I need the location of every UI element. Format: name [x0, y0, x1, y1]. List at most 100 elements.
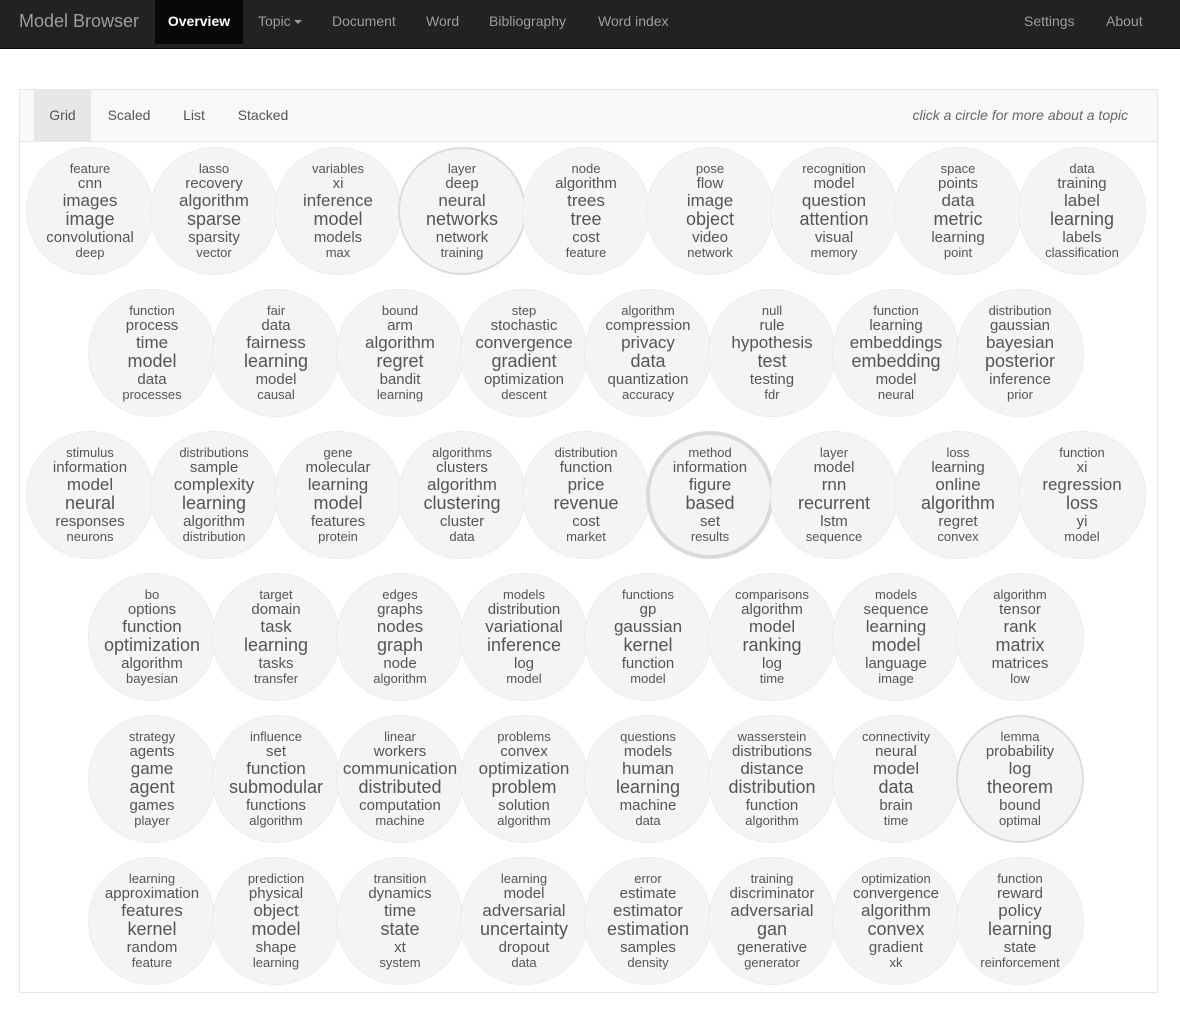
topic-circle[interactable]: function reward policy learning state reinfor…	[956, 857, 1084, 985]
topic-circle[interactable]: pose flow image object video network	[646, 147, 774, 275]
topic-word: prior	[1006, 387, 1033, 403]
topic-circle[interactable]: comparisons algorithm model ranking log time	[708, 573, 836, 701]
topic-word: ranking	[742, 635, 802, 656]
topic-circle[interactable]: learning model adversarial uncertainty dropo…	[460, 857, 588, 985]
topic-circle[interactable]: distribution function price revenue cost mark…	[522, 431, 650, 559]
topic-word: gradient	[491, 351, 557, 372]
topic-circle[interactable]: edges graphs nodes graph node algorithm	[336, 573, 464, 701]
topic-circle[interactable]: node algorithm trees tree cost feature	[522, 147, 650, 275]
topic-circle[interactable]: influence set function submodular functions a…	[212, 715, 340, 843]
topic-circle[interactable]: function learning embeddings embedding model…	[832, 289, 960, 417]
topic-word: revenue	[553, 493, 619, 514]
topic-circle[interactable]: algorithms clusters algorithm clustering clu…	[398, 431, 526, 559]
topic-circle[interactable]: questions models human learning machine data	[584, 715, 712, 843]
topic-circle[interactable]: lasso recovery algorithm sparse sparsity vect…	[150, 147, 278, 275]
nav-word-index[interactable]: Word index	[598, 0, 669, 44]
topic-circle[interactable]: null rule hypothesis test testing fdr	[708, 289, 836, 417]
topic-word: gradient	[868, 938, 924, 956]
topic-circle[interactable]: bo options function optimization algorithm ba…	[88, 573, 216, 701]
topic-word: data	[630, 351, 666, 372]
topic-circle[interactable]: transition dynamics time state xt system	[336, 857, 464, 985]
topic-circle[interactable]: functions gp gaussian kernel function model	[584, 573, 712, 701]
nav-topic-label: Topic	[258, 13, 291, 29]
topic-word: algorithm	[249, 813, 303, 829]
nav-topic-dropdown[interactable]: Topic	[258, 0, 302, 44]
topic-word: descent	[501, 387, 547, 403]
topic-word: wasserstein	[737, 728, 807, 744]
topic-word: data	[449, 529, 475, 545]
topic-word: processes	[122, 387, 182, 403]
topic-circle[interactable]: function xi regression loss yi model	[1018, 431, 1146, 559]
topic-circle[interactable]: connectivity neural model data brain time	[832, 715, 960, 843]
tab-stacked[interactable]: Stacked	[228, 90, 298, 141]
topic-circle[interactable]: data training label learning labels classific…	[1018, 147, 1146, 275]
topic-word: distributions	[731, 742, 813, 760]
topic-circle[interactable]: function process time model data processes	[88, 289, 216, 417]
topic-word: information	[672, 458, 748, 476]
tab-grid[interactable]: Grid	[34, 90, 91, 141]
topic-circle[interactable]: fair data fairness learning model causal	[212, 289, 340, 417]
brand-link[interactable]: Model Browser	[19, 0, 139, 44]
topic-word: log	[513, 654, 535, 672]
topic-word: distribution	[988, 302, 1052, 318]
topic-circle[interactable]: error estimate estimator estimation samples d…	[584, 857, 712, 985]
topic-circle[interactable]: recognition model question attention visual m…	[770, 147, 898, 275]
topic-word: loss	[946, 444, 970, 460]
caret-down-icon	[293, 20, 302, 25]
topic-word: pose	[695, 160, 725, 176]
topic-circle[interactable]: distribution gaussian bayesian posterior inf…	[956, 289, 1084, 417]
tab-list[interactable]: List	[172, 90, 216, 141]
topic-circle[interactable]: variables xi inference model models max	[274, 147, 402, 275]
topic-word: submodular	[228, 777, 324, 798]
topic-circle[interactable]: wasserstein distributions distance distribu…	[708, 715, 836, 843]
topic-word: clustering	[423, 493, 501, 514]
topic-circle[interactable]: layer deep neural networks network training	[398, 147, 526, 275]
nav-about[interactable]: About	[1106, 0, 1143, 44]
topic-word: algorithm	[121, 654, 183, 672]
topic-circle[interactable]: strategy agents game agent games player	[88, 715, 216, 843]
topic-word: node	[383, 654, 417, 672]
nav-settings[interactable]: Settings	[1024, 0, 1075, 44]
topic-word: language	[865, 654, 927, 672]
topic-word: data	[261, 316, 291, 334]
topic-circle[interactable]: linear workers communication distributed com…	[336, 715, 464, 843]
topic-circle[interactable]: models distribution variational inference lo…	[460, 573, 588, 701]
topic-circle[interactable]: optimization convergence algorithm convex gr…	[832, 857, 960, 985]
topic-circle[interactable]: stimulus information model neural responses n…	[26, 431, 154, 559]
topic-word: workers	[373, 742, 427, 760]
topic-circle[interactable]: method information figure based set results	[646, 431, 774, 559]
topic-circle[interactable]: models sequence learning model language image	[832, 573, 960, 701]
topic-circle[interactable]: learning approximation features kernel rando…	[88, 857, 216, 985]
topic-circle[interactable]: lemma probability log theorem bound optimal	[956, 715, 1084, 843]
nav-bibliography[interactable]: Bibliography	[489, 0, 566, 44]
topic-word: theorem	[986, 777, 1054, 798]
topic-circle[interactable]: target domain task learning tasks transfer	[212, 573, 340, 701]
topic-circle[interactable]: gene molecular learning model features protei…	[274, 431, 402, 559]
topic-circle[interactable]: loss learning online algorithm regret convex	[894, 431, 1022, 559]
nav-overview[interactable]: Overview	[155, 0, 243, 44]
topic-circle[interactable]: algorithm compression privacy data quantizat…	[584, 289, 712, 417]
topic-word: recovery	[185, 174, 243, 192]
nav-document[interactable]: Document	[332, 0, 396, 44]
tab-scaled[interactable]: Scaled	[98, 90, 160, 141]
topic-word: optimization	[483, 370, 565, 388]
topic-word: functions	[245, 796, 307, 814]
topic-word: compression	[605, 316, 691, 334]
topic-circle[interactable]: layer model rnn recurrent lstm sequence	[770, 431, 898, 559]
topic-circle[interactable]: problems convex optimization problem solutio…	[460, 715, 588, 843]
topic-word: learning	[307, 475, 369, 495]
nav-word[interactable]: Word	[426, 0, 459, 44]
topic-circle[interactable]: distributions sample complexity learning alg…	[150, 431, 278, 559]
topic-circle[interactable]: feature cnn images image convolutional deep	[26, 147, 154, 275]
topic-circle[interactable]: training discriminator adversarial gan gener…	[708, 857, 836, 985]
topic-word: results	[690, 529, 730, 545]
topic-word: function	[997, 870, 1043, 886]
topic-circle[interactable]: algorithm tensor rank matrix matrices low	[956, 573, 1084, 701]
topic-word: learning	[243, 351, 309, 372]
topic-word: distributions	[179, 444, 249, 460]
topic-circle[interactable]: prediction physical object model shape learni…	[212, 857, 340, 985]
topic-circle[interactable]: step stochastic convergence gradient optimiz…	[460, 289, 588, 417]
topic-circle[interactable]: bound arm algorithm regret bandit learning	[336, 289, 464, 417]
topic-word: method	[688, 444, 732, 460]
topic-circle[interactable]: space points data metric learning point	[894, 147, 1022, 275]
